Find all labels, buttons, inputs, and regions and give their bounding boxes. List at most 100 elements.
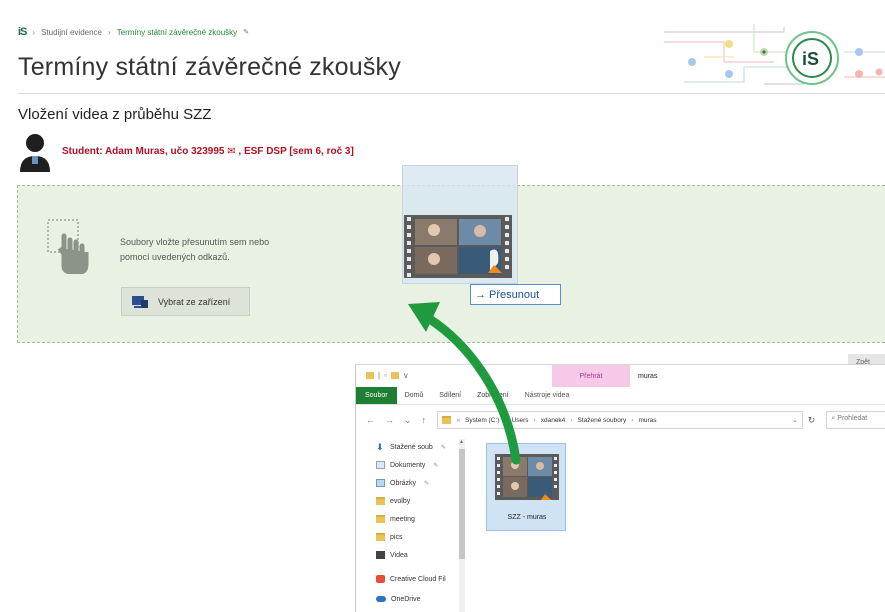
drop-instructions: Soubory vložte přesunutím sem nebo pomoc…	[120, 235, 320, 265]
window-title: muras	[638, 373, 658, 380]
pin-icon[interactable]: ✎	[441, 444, 446, 451]
address-separator: ›	[504, 416, 507, 424]
nav-item-evolby[interactable]: evolby	[376, 493, 410, 509]
folder-icon[interactable]	[366, 372, 374, 379]
nav-item-label: pics	[390, 533, 403, 541]
new-folder-icon[interactable]	[390, 372, 399, 379]
tab-video-tools[interactable]: Nástroje videa	[517, 387, 578, 404]
page-title: Termíny státní závěrečné zkoušky	[18, 53, 401, 81]
properties-icon[interactable]: ▫	[384, 371, 387, 380]
back-arrow-icon[interactable]: ←	[366, 415, 375, 426]
recent-dropdown-icon[interactable]: ⌄	[404, 415, 412, 426]
search-input[interactable]: ⌕ Prohledat	[826, 411, 885, 429]
address-dropdown-icon[interactable]: ⌄	[792, 416, 797, 424]
folder-icon	[442, 416, 452, 424]
up-arrow-icon[interactable]: ↑	[422, 415, 427, 426]
svg-text:iS: iS	[802, 49, 819, 69]
drag-hand-icon	[47, 219, 89, 274]
creative-cloud-icon	[376, 575, 385, 583]
address-separator: ›	[533, 416, 536, 424]
video-thumbnail	[495, 454, 559, 500]
address-segment-muras[interactable]: muras	[638, 417, 656, 424]
nav-item-label: OneDrive	[391, 595, 421, 603]
quick-access-toolbar: | ▫ ∨	[366, 371, 409, 380]
address-separator: ›	[570, 416, 573, 424]
nav-item-pics[interactable]: pics	[376, 529, 402, 545]
is-logo[interactable]: iS	[18, 26, 27, 38]
breadcrumb-separator: ›	[32, 27, 36, 37]
message-icon[interactable]: ✉	[227, 146, 235, 157]
drop-instructions-line2: pomocí uvedených odkazů.	[120, 252, 230, 262]
documents-icon	[376, 461, 385, 469]
circuit-banner-graphic: iS	[664, 24, 885, 85]
tab-file[interactable]: Soubor	[356, 387, 397, 404]
file-explorer-window: | ▫ ∨ Přehrát muras Soubor Domů Sdílení …	[355, 364, 885, 612]
nav-item-label: Stažené soub	[390, 443, 433, 451]
avatar-icon	[18, 130, 52, 172]
move-label-text: Přesunout	[489, 288, 540, 301]
device-icon	[132, 295, 148, 308]
ribbon-tabs: Soubor Domů Sdílení Zobrazení Nástroje v…	[356, 387, 885, 405]
refresh-icon[interactable]: ↻	[803, 415, 821, 426]
search-placeholder: Prohledat	[837, 415, 868, 422]
pin-icon[interactable]: ✎	[424, 480, 429, 487]
nav-item-label: evolby	[390, 497, 411, 505]
nav-item-label: meeting	[390, 515, 415, 523]
video-thumbnail-ghost	[404, 215, 512, 278]
breadcrumb: iS › Studijní evidence › Termíny státní …	[18, 26, 249, 38]
address-segment-downloads[interactable]: Stažené soubory	[577, 417, 626, 424]
divider: |	[378, 371, 381, 380]
nav-item-label: Videa	[390, 551, 408, 559]
qat-dropdown-icon[interactable]: ∨	[403, 371, 409, 380]
breadcrumb-item-current[interactable]: Termíny státní závěrečné zkoušky	[117, 28, 238, 37]
nav-item-label: Creative Cloud Fil	[390, 575, 446, 583]
scroll-up-icon[interactable]: ▲	[459, 439, 464, 445]
student-program: , ESF DSP [sem 6, roč 3]	[238, 145, 354, 157]
address-bar[interactable]: « System (C:) › Users › xdanek4 › Stažen…	[437, 411, 803, 429]
folder-icon	[376, 515, 385, 523]
folder-icon	[376, 533, 385, 541]
nav-item-onedrive[interactable]: OneDrive	[376, 591, 421, 607]
breadcrumb-item-studijni-evidence[interactable]: Studijní evidence	[41, 28, 102, 37]
nav-item-downloads[interactable]: ⬇ Stažené soub ✎	[376, 439, 446, 455]
address-segment-user[interactable]: xdanek4	[541, 417, 566, 424]
address-separator: «	[456, 416, 461, 424]
forward-arrow-icon[interactable]: →	[385, 415, 394, 426]
pin-icon[interactable]: ✎	[243, 28, 249, 36]
onedrive-icon	[376, 596, 386, 602]
tab-play-contextual[interactable]: Přehrát	[552, 365, 630, 387]
video-file-item[interactable]: SZZ - muras	[486, 443, 566, 531]
nav-item-videos[interactable]: Videa	[376, 547, 408, 563]
tab-home[interactable]: Domů	[397, 387, 432, 404]
select-from-device-label: Vybrat ze zařízení	[158, 296, 231, 307]
pin-icon[interactable]: ✎	[433, 462, 438, 469]
address-separator: ›	[631, 416, 634, 424]
file-name: SZZ - muras	[507, 514, 547, 521]
navigation-pane: ⬇ Stažené soub ✎ Dokumenty ✎ Obrázky ✎ e…	[356, 437, 464, 612]
select-from-device-button[interactable]: Vybrat ze zařízení	[121, 287, 250, 316]
arrow-right-icon: →	[475, 288, 486, 301]
folder-icon	[376, 497, 385, 505]
download-icon: ⬇	[376, 442, 384, 452]
nav-item-documents[interactable]: Dokumenty ✎	[376, 457, 438, 473]
nav-item-label: Obrázky	[390, 479, 417, 487]
address-segment-drive[interactable]: System (C:)	[465, 417, 499, 424]
move-drag-tooltip: → Přesunout	[470, 284, 561, 305]
nav-item-pictures[interactable]: Obrázky ✎	[376, 475, 429, 491]
drop-instructions-line1: Soubory vložte přesunutím sem nebo	[120, 237, 270, 247]
scrollbar-thumb[interactable]	[459, 449, 465, 559]
address-bar-row: ← → ⌄ ↑ « System (C:) › Users › xdanek4 …	[356, 409, 885, 431]
tab-view[interactable]: Zobrazení	[469, 387, 517, 404]
nav-arrows: ← → ⌄ ↑	[356, 415, 433, 426]
nav-item-label: Dokumenty	[390, 461, 426, 469]
search-icon: ⌕	[831, 415, 836, 422]
tab-share[interactable]: Sdílení	[431, 387, 469, 404]
breadcrumb-separator: ›	[108, 27, 111, 37]
nav-pane-scrollbar[interactable]	[459, 439, 465, 612]
nav-item-creative-cloud[interactable]: Creative Cloud Fil	[376, 571, 446, 587]
video-folder-icon	[376, 551, 385, 559]
address-segment-users[interactable]: Users	[512, 417, 529, 424]
student-name-link[interactable]: Student: Adam Muras, učo 323995	[62, 146, 224, 157]
nav-item-meeting[interactable]: meeting	[376, 511, 415, 527]
explorer-titlebar: | ▫ ∨ Přehrát muras	[356, 365, 885, 387]
